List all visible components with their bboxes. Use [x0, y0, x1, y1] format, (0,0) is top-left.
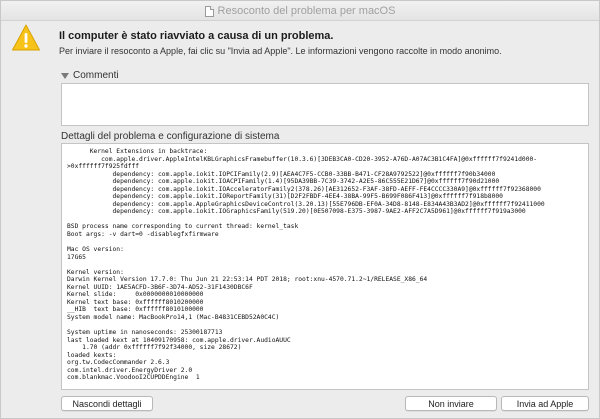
- log-line: com.apple.driver.AppleIntelKBLGraphicsFr…: [67, 155, 538, 163]
- instructions-text: Per inviare il resoconto a Apple, fai cl…: [59, 46, 502, 56]
- send-to-apple-button[interactable]: Invia ad Apple: [501, 396, 589, 411]
- log-line: com.intel.driver.EnergyDriver 2.0: [67, 366, 193, 374]
- problem-report-window: Resoconto del problema per macOS Il comp…: [0, 0, 600, 419]
- log-line: 1.70 (addr 0xffffff7f92f34000, size 2867…: [67, 344, 242, 352]
- hide-details-button[interactable]: Nascondi dettagli: [61, 396, 153, 411]
- log-line: Kernel UUID: 1AE5ACFD-3B6F-3D74-AD52-31F…: [67, 283, 253, 291]
- log-line: dependency: com.apple.iokit.IOACPIFamily…: [67, 178, 500, 186]
- log-line: dependency: com.apple.iokit.IOAccelerato…: [67, 185, 541, 193]
- log-line: Kernel slide: 0x0000000010000000: [67, 291, 204, 299]
- log-line: System uptime in nanoseconds: 2530018771…: [67, 329, 223, 337]
- log-line: >0xffffff7f925fdfff: [67, 163, 140, 171]
- log-line: BSD process name corresponding to curren…: [67, 223, 299, 231]
- log-line: dependency: com.apple.iokit.IOPCIFamily(…: [67, 170, 496, 178]
- details-textarea[interactable]: Kernel Extensions in backtrace: com.appl…: [61, 143, 589, 390]
- headline: Il computer è stato riavviato a causa di…: [59, 30, 334, 42]
- comments-disclosure[interactable]: Commenti: [61, 70, 119, 81]
- warning-icon: [12, 24, 40, 51]
- log-line: com.blankmac.VoodooI2CUPDDEngine 1: [67, 374, 200, 382]
- window-title: Resoconto del problema per macOS: [217, 5, 396, 17]
- log-line: Kernel version:: [67, 268, 124, 276]
- log-line: dependency: com.apple.iokit.IOGraphicsFa…: [67, 208, 526, 216]
- log-line: Kernel text base: 0xffffff8010200000: [67, 298, 204, 306]
- log-line: 17G65: [67, 253, 86, 261]
- log-line: dependency: com.apple.AppleGraphicsDevic…: [67, 200, 545, 208]
- details-label: Dettagli del problema e configurazione d…: [61, 131, 280, 142]
- log-line: Mac OS version:: [67, 246, 124, 254]
- log-line: loaded kexts:: [67, 351, 117, 359]
- title-bar: Resoconto del problema per macOS: [1, 1, 599, 21]
- details-log: Kernel Extensions in backtrace: com.appl…: [62, 144, 588, 382]
- comments-textarea[interactable]: [61, 83, 589, 126]
- disclosure-triangle-icon[interactable]: [61, 72, 69, 79]
- log-line: dependency: com.apple.iokit.IOReportFami…: [67, 193, 503, 201]
- log-line: Kernel Extensions in backtrace:: [67, 148, 208, 155]
- log-line: Darwin Kernel Version 17.7.0: Thu Jun 21…: [67, 276, 428, 284]
- log-line: System model name: MacBookPro14,1 (Mac-B…: [67, 314, 280, 322]
- comments-label: Commenti: [73, 70, 119, 81]
- log-line: last loaded kext at 10409170958: com.app…: [67, 336, 291, 344]
- log-line: __HIB text base: 0xffffff8010100000: [67, 306, 204, 314]
- document-icon: [204, 5, 214, 17]
- log-line: org.tw.CodecCommander 2.6.3: [67, 359, 170, 367]
- dont-send-button[interactable]: Non inviare: [405, 396, 497, 411]
- log-line: Boot args: -v dart=0 -disablegfxfirmware: [67, 231, 219, 239]
